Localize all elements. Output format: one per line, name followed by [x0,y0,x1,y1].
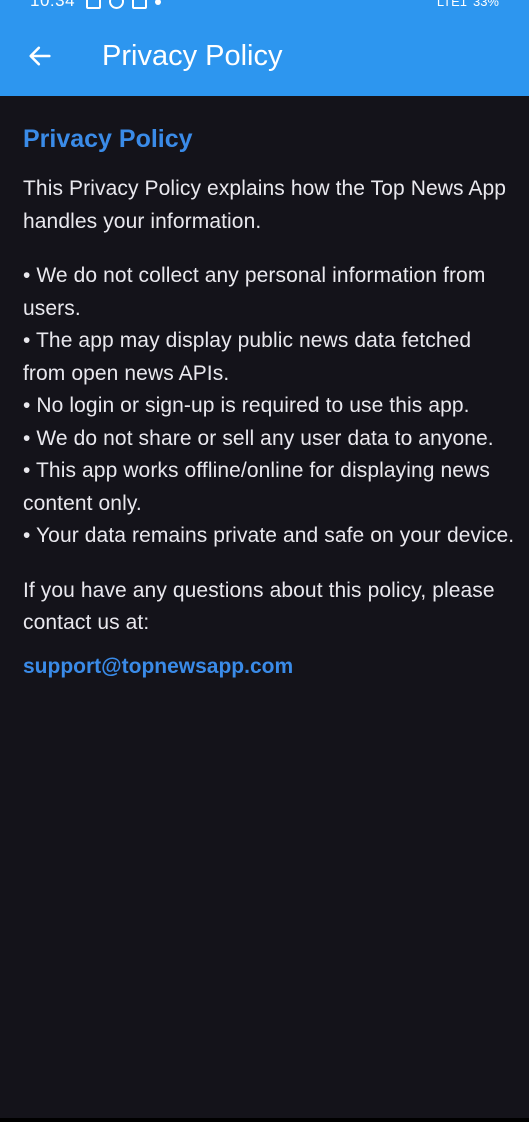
app-notification-icon [109,0,124,9]
more-notifications-icon [155,0,161,5]
policy-bullet: • We do not collect any personal informa… [23,264,486,320]
support-email-link[interactable]: support@topnewsapp.com [23,651,519,683]
status-bar: 10:34 LTE1 33% [0,0,529,14]
status-time: 10:34 [30,0,76,10]
battery-level: 33% [472,0,499,9]
bottom-divider [0,1118,529,1122]
policy-intro: This Privacy Policy explains how the Top… [23,177,507,233]
gallery-notification-icon [86,0,101,9]
policy-bullet: • Your data remains private and safe on … [23,524,515,547]
policy-content: Privacy Policy This Privacy Policy expla… [23,118,519,683]
policy-heading: Privacy Policy [23,125,193,153]
app-bar: 10:34 LTE1 33% Privacy Policy [0,0,529,96]
arrow-left-icon [29,46,51,66]
notification-icons [86,0,161,9]
status-right: LTE1 33% [437,0,499,9]
page-title: Privacy Policy [102,40,283,72]
back-button[interactable] [22,38,58,74]
policy-bullet: • We do not share or sell any user data … [23,426,494,450]
policy-bullet: • This app works offline/online for disp… [23,459,490,515]
policy-bullet-list: • We do not collect any personal informa… [23,260,519,553]
contact-text: If you have any questions about this pol… [23,578,495,635]
check-notification-icon [132,0,147,9]
network-label: LTE1 [436,0,467,9]
policy-bullet: • The app may display public news data f… [23,329,472,385]
policy-bullet: • No login or sign-up is required to use… [23,394,470,417]
